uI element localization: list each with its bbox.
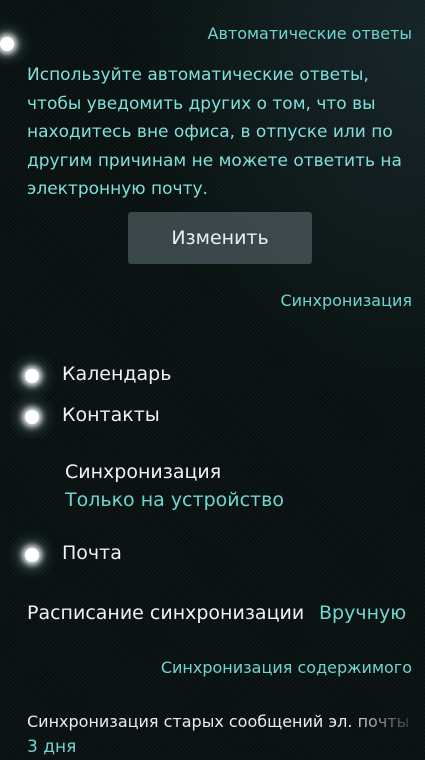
sync-schedule-label: Расписание синхронизации: [27, 602, 305, 624]
mail-label: Почта: [62, 542, 122, 564]
calendar-label: Календарь: [62, 363, 172, 385]
old-messages-sync-label: Синхронизация старых сообщений эл. почты: [27, 712, 410, 731]
sync-schedule-value: Вручную: [319, 602, 407, 624]
switch-on-icon: [0, 37, 14, 51]
old-messages-sync-value: 3 дня: [27, 737, 77, 757]
contacts-label: Контакты: [62, 404, 160, 426]
switch-on-icon: [25, 410, 39, 424]
old-messages-sync-combobox[interactable]: Синхронизация старых сообщений эл. почты…: [20, 705, 420, 760]
switch-on-icon: [25, 548, 39, 562]
mail-sync-switch[interactable]: Почта: [0, 532, 425, 578]
sync-schedule-combobox[interactable]: Расписание синхронизации Вручную: [20, 596, 415, 636]
contacts-sync-mode-value: Только на устройство: [65, 489, 284, 511]
contacts-sync-mode-combobox[interactable]: Синхронизация Только на устройство: [55, 455, 395, 519]
switch-on-icon: [25, 369, 39, 383]
auto-replies-description: Используйте автоматические ответы, чтобы…: [27, 65, 402, 199]
section-header-content-sync: Синхронизация содержимого: [160, 658, 412, 677]
contacts-sync-mode-label: Синхронизация: [65, 461, 222, 483]
section-header-sync: Синхронизация: [280, 291, 412, 310]
edit-button[interactable]: Изменить: [128, 212, 312, 264]
contacts-sync-switch[interactable]: Контакты: [0, 394, 425, 440]
calendar-sync-switch[interactable]: Календарь: [0, 353, 425, 399]
section-header-auto-replies: Автоматические ответы: [207, 24, 413, 43]
